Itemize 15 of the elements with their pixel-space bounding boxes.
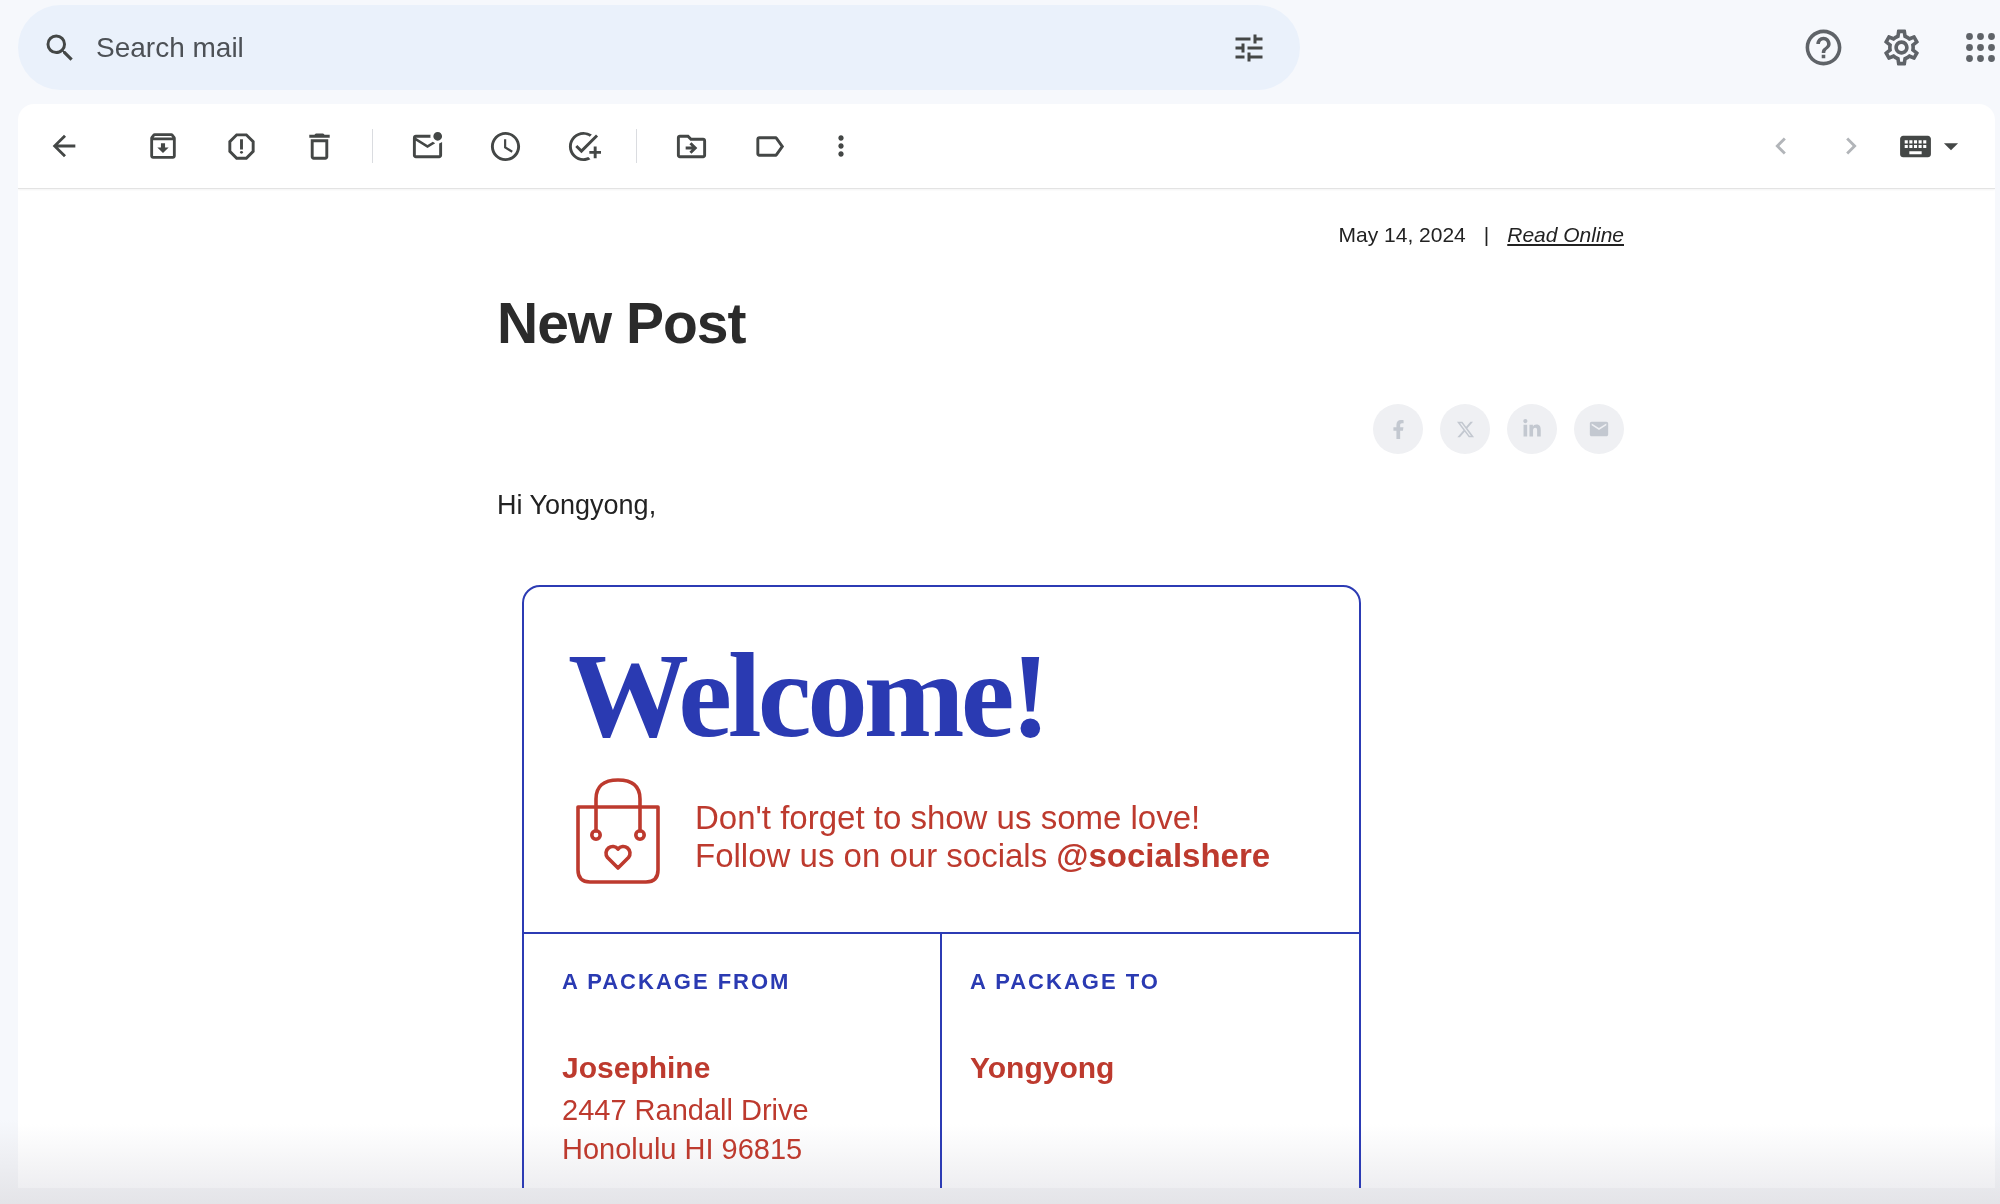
greeting-text: Hi Yongyong, <box>497 490 657 521</box>
contact-name: Yongyong <box>970 1050 1115 1086</box>
package-label: A PACKAGE TO <box>970 969 1160 995</box>
search-field[interactable]: Search mail <box>18 5 1300 90</box>
date-text: May 14, 2024 <box>1338 223 1466 247</box>
package-label: A PACKAGE FROM <box>562 969 791 995</box>
contact-name: Josephine <box>562 1050 711 1086</box>
post-title: New Post <box>497 291 746 356</box>
welcome-heading: Welcome! <box>568 635 1047 756</box>
shopping-bag-heart-icon <box>575 777 661 885</box>
pipe-separator: | <box>1483 223 1490 247</box>
promo-text: Don't forget to show us some love! Follow us on our socials @socialshere <box>695 799 1271 875</box>
read-online-link[interactable]: Read Online <box>1507 223 1624 247</box>
address-text: 2447 Randall Drive Honolulu HI 96815 <box>562 1093 809 1167</box>
apps-icon[interactable] <box>1966 33 1995 62</box>
